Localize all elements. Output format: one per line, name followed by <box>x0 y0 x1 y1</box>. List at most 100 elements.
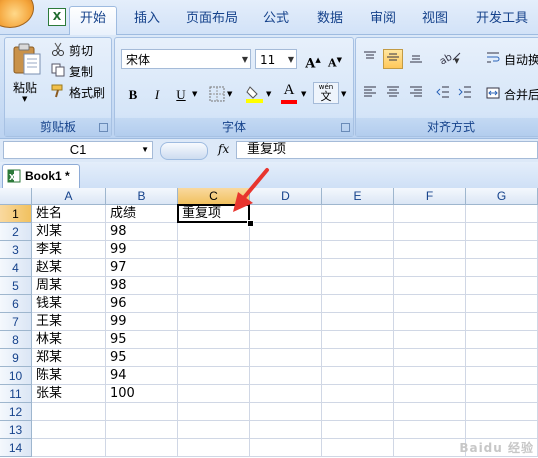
cell-b1[interactable]: 成绩 <box>106 205 178 223</box>
cell-c9[interactable] <box>178 349 250 367</box>
tab-data[interactable]: 数据 <box>308 7 352 33</box>
cell-d4[interactable] <box>250 259 322 277</box>
cell-e1[interactable] <box>322 205 394 223</box>
tab-developer[interactable]: 开发工具 <box>468 7 536 33</box>
cell-d12[interactable] <box>250 403 322 421</box>
align-right-icon[interactable] <box>406 84 426 104</box>
cell-d10[interactable] <box>250 367 322 385</box>
row-header-4[interactable]: 4 <box>0 259 32 277</box>
cell-c12[interactable] <box>178 403 250 421</box>
cell-d9[interactable] <box>250 349 322 367</box>
row-header-5[interactable]: 5 <box>0 277 32 295</box>
cell-d7[interactable] <box>250 313 322 331</box>
paste-icon[interactable] <box>11 42 43 76</box>
tab-view[interactable]: 视图 <box>413 7 457 33</box>
cell-g10[interactable] <box>466 367 538 385</box>
cell-e13[interactable] <box>322 421 394 439</box>
office-button[interactable] <box>0 0 34 28</box>
cell-e8[interactable] <box>322 331 394 349</box>
cell-g4[interactable] <box>466 259 538 277</box>
cell-d8[interactable] <box>250 331 322 349</box>
workbook-tab[interactable]: X Book1 * <box>2 164 80 188</box>
phonetic-dropdown-icon[interactable]: ▼ <box>341 90 346 98</box>
cell-e11[interactable] <box>322 385 394 403</box>
cell-b5[interactable]: 98 <box>106 277 178 295</box>
fill-color-dropdown-icon[interactable]: ▼ <box>266 90 271 98</box>
increase-indent-icon[interactable] <box>455 84 475 104</box>
cell-c11[interactable] <box>178 385 250 403</box>
cell-a9[interactable]: 郑某 <box>32 349 106 367</box>
orientation-icon[interactable]: ab ▼ <box>436 49 464 69</box>
cell-c4[interactable] <box>178 259 250 277</box>
format-painter-button[interactable]: 格式刷 <box>69 84 105 101</box>
cell-d14[interactable] <box>250 439 322 457</box>
cell-a7[interactable]: 王某 <box>32 313 106 331</box>
row-header-6[interactable]: 6 <box>0 295 32 313</box>
cell-c2[interactable] <box>178 223 250 241</box>
cell-b3[interactable]: 99 <box>106 241 178 259</box>
cell-e6[interactable] <box>322 295 394 313</box>
cell-b8[interactable]: 95 <box>106 331 178 349</box>
merge-center-button[interactable]: 合并后 <box>504 86 538 103</box>
cell-f1[interactable] <box>394 205 466 223</box>
underline-button[interactable]: U <box>171 84 191 104</box>
cell-g9[interactable] <box>466 349 538 367</box>
row-header-2[interactable]: 2 <box>0 223 32 241</box>
cell-a2[interactable]: 刘某 <box>32 223 106 241</box>
cell-f9[interactable] <box>394 349 466 367</box>
font-name-select[interactable]: 宋体 ▼ <box>121 49 251 69</box>
row-header-10[interactable]: 10 <box>0 367 32 385</box>
scissors-icon[interactable] <box>51 42 65 56</box>
cell-a14[interactable] <box>32 439 106 457</box>
fill-color-icon[interactable] <box>245 84 265 104</box>
column-header-g[interactable]: G <box>466 188 538 205</box>
cell-a3[interactable]: 李某 <box>32 241 106 259</box>
cell-b13[interactable] <box>106 421 178 439</box>
cell-f5[interactable] <box>394 277 466 295</box>
row-header-9[interactable]: 9 <box>0 349 32 367</box>
format-painter-icon[interactable] <box>51 84 65 98</box>
cell-g7[interactable] <box>466 313 538 331</box>
cell-a10[interactable]: 陈某 <box>32 367 106 385</box>
font-dialog-launcher-icon[interactable] <box>341 123 350 132</box>
row-header-12[interactable]: 12 <box>0 403 32 421</box>
font-size-select[interactable]: 11 ▼ <box>255 49 297 69</box>
column-header-e[interactable]: E <box>322 188 394 205</box>
borders-icon[interactable] <box>209 86 225 102</box>
cell-d13[interactable] <box>250 421 322 439</box>
cell-b6[interactable]: 96 <box>106 295 178 313</box>
column-header-a[interactable]: A <box>32 188 106 205</box>
cell-c13[interactable] <box>178 421 250 439</box>
fill-handle[interactable] <box>247 220 254 227</box>
cell-c6[interactable] <box>178 295 250 313</box>
cell-g6[interactable] <box>466 295 538 313</box>
cell-b14[interactable] <box>106 439 178 457</box>
tab-insert[interactable]: 插入 <box>124 7 170 33</box>
cell-a11[interactable]: 张某 <box>32 385 106 403</box>
cell-g12[interactable] <box>466 403 538 421</box>
cell-f12[interactable] <box>394 403 466 421</box>
cell-f13[interactable] <box>394 421 466 439</box>
tab-formulas[interactable]: 公式 <box>254 7 298 33</box>
cell-b7[interactable]: 99 <box>106 313 178 331</box>
tab-home[interactable]: 开始 <box>69 6 117 35</box>
align-top-icon[interactable] <box>360 49 380 69</box>
row-header-1[interactable]: 1 <box>0 205 32 223</box>
cell-e9[interactable] <box>322 349 394 367</box>
wrap-text-icon[interactable] <box>486 51 500 65</box>
column-header-f[interactable]: F <box>394 188 466 205</box>
cell-g5[interactable] <box>466 277 538 295</box>
cell-e10[interactable] <box>322 367 394 385</box>
cell-c5[interactable] <box>178 277 250 295</box>
cell-f4[interactable] <box>394 259 466 277</box>
cell-d2[interactable] <box>250 223 322 241</box>
wrap-text-button[interactable]: 自动换 <box>504 51 538 68</box>
cell-e4[interactable] <box>322 259 394 277</box>
cell-b10[interactable]: 94 <box>106 367 178 385</box>
cell-e5[interactable] <box>322 277 394 295</box>
cell-a1[interactable]: 姓名 <box>32 205 106 223</box>
cell-f10[interactable] <box>394 367 466 385</box>
cell-b11[interactable]: 100 <box>106 385 178 403</box>
cell-g11[interactable] <box>466 385 538 403</box>
cell-a12[interactable] <box>32 403 106 421</box>
